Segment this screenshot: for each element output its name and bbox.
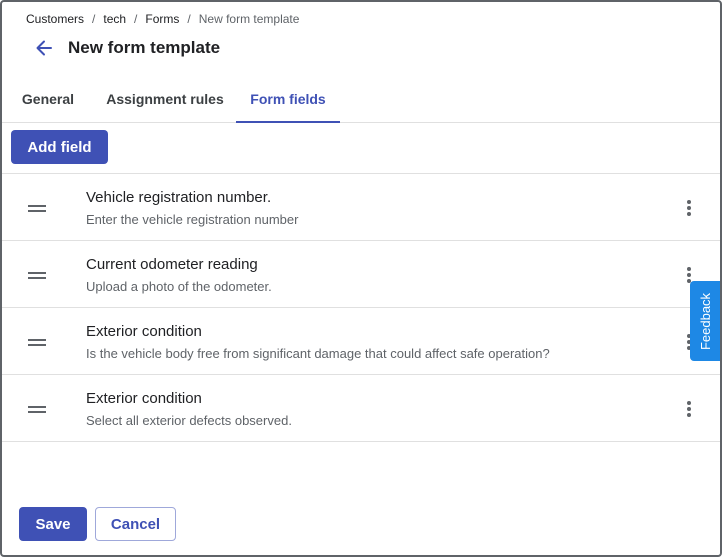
drag-handle-icon[interactable] xyxy=(28,406,46,414)
drag-handle-icon[interactable] xyxy=(28,205,46,213)
tab-form-fields[interactable]: Form fields xyxy=(236,76,340,123)
breadcrumb: Customers / tech / Forms / New form temp… xyxy=(26,12,299,26)
tab-bar: General Assignment rules Form fields xyxy=(2,76,720,123)
drag-handle-icon[interactable] xyxy=(28,272,46,280)
feedback-button[interactable]: Feedback xyxy=(690,281,720,361)
tab-general[interactable]: General xyxy=(2,76,94,122)
arrow-left-icon xyxy=(36,40,52,56)
drag-handle-icon[interactable] xyxy=(28,339,46,347)
breadcrumb-customers[interactable]: Customers xyxy=(26,12,84,26)
tab-assignment-rules[interactable]: Assignment rules xyxy=(94,76,236,122)
breadcrumb-tech[interactable]: tech xyxy=(103,12,126,26)
field-description: Enter the vehicle registration number xyxy=(86,212,299,227)
breadcrumb-separator: / xyxy=(134,12,138,26)
title-row: New form template xyxy=(32,36,220,60)
breadcrumb-forms[interactable]: Forms xyxy=(145,12,179,26)
field-row[interactable]: Exterior condition Select all exterior d… xyxy=(2,375,720,442)
more-vert-icon[interactable] xyxy=(682,399,696,419)
field-row[interactable]: Exterior condition Is the vehicle body f… xyxy=(2,308,720,375)
more-vert-icon[interactable] xyxy=(682,198,696,218)
field-title: Current odometer reading xyxy=(86,256,258,273)
breadcrumb-current: New form template xyxy=(198,12,300,26)
page-title: New form template xyxy=(68,38,221,57)
field-row[interactable]: Current odometer reading Upload a photo … xyxy=(2,241,720,308)
field-description: Select all exterior defects observed. xyxy=(86,413,292,428)
form-template-editor: Customers / tech / Forms / New form temp… xyxy=(0,0,722,557)
add-field-button[interactable]: Add field xyxy=(11,130,108,164)
field-title: Vehicle registration number. xyxy=(86,189,272,206)
breadcrumb-separator: / xyxy=(92,12,96,26)
back-button[interactable] xyxy=(32,36,56,60)
feedback-label: Feedback xyxy=(698,292,714,350)
cancel-button[interactable]: Cancel xyxy=(95,507,176,541)
field-title: Exterior condition xyxy=(86,323,202,340)
field-list: Vehicle registration number. Enter the v… xyxy=(2,173,720,442)
field-title: Exterior condition xyxy=(86,390,202,407)
save-button[interactable]: Save xyxy=(19,507,87,541)
field-description: Upload a photo of the odometer. xyxy=(86,279,272,294)
field-row[interactable]: Vehicle registration number. Enter the v… xyxy=(2,174,720,241)
breadcrumb-separator: / xyxy=(187,12,191,26)
field-description: Is the vehicle body free from significan… xyxy=(86,346,550,361)
